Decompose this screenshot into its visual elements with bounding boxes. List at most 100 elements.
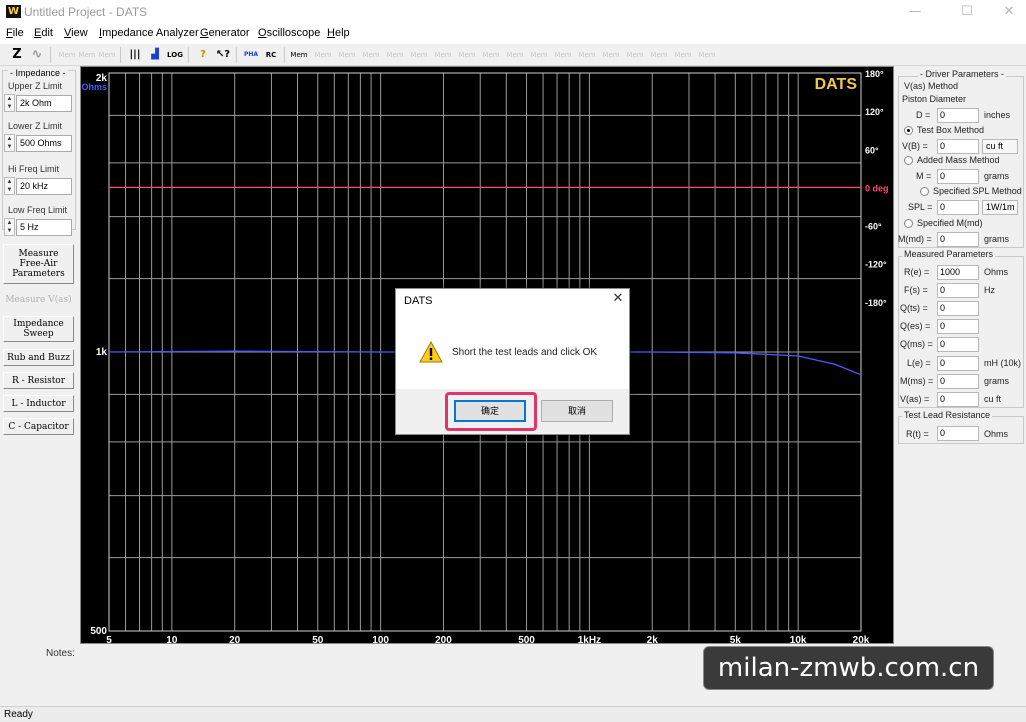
memory-slot-icon: Mem [554, 51, 572, 59]
specified-mmd-radio[interactable] [904, 219, 913, 228]
m-label: M = [916, 171, 932, 181]
mmd-unit: grams [984, 234, 1010, 244]
vas-field[interactable]: 0 [937, 392, 979, 407]
r-resistor-button[interactable]: R - Resistor [3, 372, 74, 389]
driver-parameters-panel: - Driver Parameters - V(as) Method Pisto… [896, 66, 1026, 446]
histogram-icon[interactable]: ▟ [146, 46, 164, 64]
dialog-close-icon[interactable]: ✕ [610, 291, 626, 307]
c-capacitor-button[interactable]: C - Capacitor [3, 418, 74, 435]
toolbar-separator [236, 47, 237, 63]
test-box-radio[interactable] [904, 126, 913, 135]
d-label: D = [916, 110, 931, 120]
rt-field[interactable]: 0 [937, 426, 979, 441]
log-scale-icon[interactable]: LOG [166, 46, 184, 64]
impedance-mode-icon[interactable]: Z [8, 46, 26, 64]
toolbar-separator [120, 47, 121, 63]
menu-bar: File Edit View Impedance Analyzer Genera… [0, 24, 1026, 44]
low-freq-field[interactable]: 5 Hz [16, 219, 72, 236]
upper-z-spinner[interactable]: ▲ ▼ [4, 94, 15, 112]
spl-label: SPL = [908, 202, 933, 212]
x-tick-label: 1kHz [578, 635, 601, 643]
rc-icon[interactable]: RC [262, 46, 280, 64]
x-tick-label: 2k [647, 635, 659, 643]
memory-slot-icon: Mem [362, 51, 380, 59]
phase-icon[interactable]: PHA [242, 46, 260, 64]
help-icon[interactable]: ? [194, 46, 212, 64]
lower-z-field[interactable]: 500 Ohms [16, 135, 72, 152]
ok-button-highlight [445, 392, 537, 431]
x-tick-label: 10k [790, 635, 807, 643]
y-left-tick-label: 1k [96, 347, 108, 358]
upper-z-field[interactable]: 2k Ohm [16, 95, 72, 112]
added-mass-radio[interactable] [904, 156, 913, 165]
fs-field[interactable]: 0 [937, 283, 979, 298]
fs-unit: Hz [984, 285, 995, 295]
hi-freq-field[interactable]: 20 kHz [16, 178, 72, 195]
generator-wave-icon[interactable]: ∿ [28, 46, 46, 64]
rt-label: R(t) = [906, 429, 929, 439]
low-freq-label: Low Freq Limit [8, 205, 68, 215]
test-lead-title: Test Lead Resistance [902, 410, 993, 420]
minimize-button[interactable]: — [900, 3, 930, 21]
qes-field[interactable]: 0 [937, 319, 979, 334]
specified-mmd-label: Specified M(md) [917, 218, 983, 228]
mmd-field[interactable]: 0 [937, 232, 979, 247]
menu-file[interactable]: File [6, 27, 24, 39]
test-box-volume-field[interactable]: 0 [937, 139, 979, 154]
y-left-unit-label: Ohms [81, 82, 107, 92]
qms-field[interactable]: 0 [937, 337, 979, 352]
maximize-button[interactable]: ☐ [952, 3, 982, 21]
spl-field[interactable]: 0 [937, 200, 979, 215]
y-right-tick-label: 0 deg [865, 183, 889, 193]
impedance-sweep-button[interactable]: Impedance Sweep [3, 316, 74, 342]
specified-spl-radio[interactable] [920, 187, 929, 196]
memory-slot-icon: Mem [506, 51, 524, 59]
close-window-button[interactable]: ✕ [994, 3, 1024, 21]
memory-icon[interactable]: Mem [290, 46, 308, 64]
status-bar: Ready [0, 706, 1026, 722]
piston-diameter-field[interactable]: 0 [937, 108, 979, 123]
y-right-tick-label: -120° [865, 260, 887, 270]
qts-field[interactable]: 0 [937, 301, 979, 316]
low-freq-spinner[interactable]: ▲ ▼ [4, 218, 15, 236]
cancel-button[interactable]: 取消 [541, 400, 613, 422]
upper-z-label: Upper Z Limit [8, 81, 63, 91]
re-field[interactable]: 1000 [937, 265, 979, 280]
le-field[interactable]: 0 [937, 356, 979, 371]
hi-freq-spinner[interactable]: ▲ ▼ [4, 177, 15, 195]
x-tick-label: 20 [229, 635, 241, 643]
menu-oscilloscope[interactable]: Oscilloscope [258, 27, 320, 39]
memory-slot-icon: Mem [650, 51, 668, 59]
warning-icon [419, 340, 443, 366]
impedance-panel: - Impedance - Upper Z Limit ▲ ▼ 2k Ohm Lo… [0, 66, 78, 640]
added-mass-field[interactable]: 0 [937, 169, 979, 184]
memory-slot-icon: Mem [698, 51, 716, 59]
bar-graph-icon[interactable]: ||| [126, 46, 144, 64]
measured-parameters-title: Measured Parameters [902, 249, 996, 259]
mms-field[interactable]: 0 [937, 374, 979, 389]
status-text: Ready [4, 709, 33, 720]
menu-impedance-analyzer[interactable]: Impedance Analyzer [99, 27, 199, 39]
qts-label: Q(ts) = [900, 303, 928, 313]
lower-z-spinner[interactable]: ▲ ▼ [4, 134, 15, 152]
toolbar: Z ∿ Mem Mem Mem ||| ▟ LOG ? ↖? PHA RC Me… [0, 44, 1026, 66]
l-inductor-button[interactable]: L - Inductor [3, 395, 74, 412]
y-right-tick-label: 180° [865, 69, 884, 79]
measure-free-air-button[interactable]: Measure Free-Air Parameters [3, 244, 74, 284]
x-tick-label: 5k [730, 635, 742, 643]
memory-slot-icon: Mem [314, 51, 332, 59]
memory-slot-icon: Mem [434, 51, 452, 59]
menu-help[interactable]: Help [327, 27, 350, 39]
menu-view[interactable]: View [64, 27, 88, 39]
fs-label: F(s) = [904, 285, 928, 295]
chart-brand-label: DATS [815, 76, 858, 93]
disabled-tool-1-icon: Mem [58, 51, 76, 59]
rub-and-buzz-button[interactable]: Rub and Buzz [3, 349, 74, 366]
menu-edit[interactable]: Edit [34, 27, 53, 39]
watermark: milan-zmwb.com.cn [703, 646, 994, 690]
menu-generator[interactable]: Generator [200, 27, 250, 39]
disabled-tool-2-icon: Mem [78, 51, 96, 59]
context-help-icon[interactable]: ↖? [214, 46, 232, 64]
measure-vas-button: Measure V(as) [3, 292, 74, 308]
x-tick-label: 10 [166, 635, 178, 643]
